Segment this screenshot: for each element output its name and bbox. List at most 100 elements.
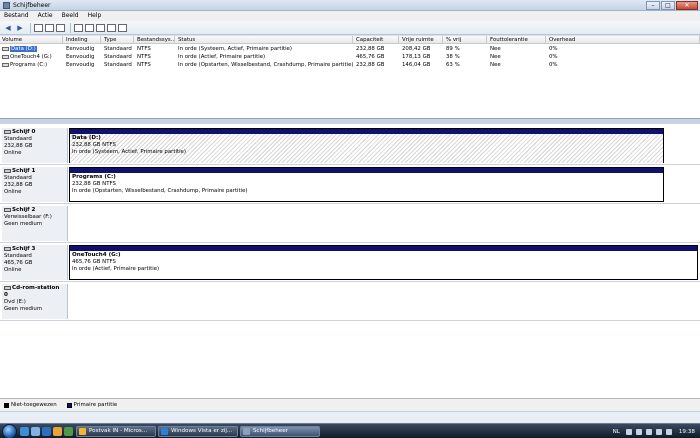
table-cell: Standaard xyxy=(104,62,132,68)
partition-body: Data (D:) 232,88 GB NTFS In orde (Systee… xyxy=(70,134,663,163)
table-row[interactable]: Programs (C:) Eenvoudig Standaard NTFS I… xyxy=(0,61,700,69)
start-button[interactable] xyxy=(2,424,17,438)
table-cell: 0% xyxy=(549,62,558,68)
column-header[interactable]: Type xyxy=(102,36,134,44)
volume-name: Data (D:) xyxy=(10,46,37,52)
hard-disk-icon xyxy=(4,129,11,134)
tray-app-icon[interactable] xyxy=(665,428,672,435)
column-header[interactable]: Overhead xyxy=(547,36,700,44)
network-icon[interactable] xyxy=(635,428,642,435)
back-arrow-icon[interactable]: ◀ xyxy=(3,23,13,33)
open-folder-icon[interactable] xyxy=(85,23,94,32)
disk-row-2: Schijf 2 Verwisselbaar (F:) Geen medium xyxy=(0,204,700,243)
column-header[interactable]: Capaciteit xyxy=(354,36,399,44)
partition-programs-c[interactable]: Programs (C:) 232,88 GB NTFS In orde (Op… xyxy=(69,167,664,202)
explore-icon[interactable] xyxy=(96,23,105,32)
disk-label: Schijf 3 xyxy=(4,246,65,253)
partition-size: 232,88 GB NTFS xyxy=(72,181,116,187)
properties-icon[interactable] xyxy=(74,23,83,32)
show-desktop-icon[interactable] xyxy=(20,427,29,436)
column-header[interactable]: Status xyxy=(176,36,353,44)
browser-icon xyxy=(161,428,168,435)
disk-row-0: Schijf 0 Standaard 232,88 GB Online Data… xyxy=(0,126,700,165)
disk-info[interactable]: Schijf 0 Standaard 232,88 GB Online xyxy=(2,128,68,163)
column-header[interactable]: Volume xyxy=(0,36,63,44)
table-cell: Eenvoudig xyxy=(66,62,95,68)
table-cell: Nee xyxy=(490,54,501,60)
console-tree-icon[interactable] xyxy=(34,23,43,32)
help-icon[interactable] xyxy=(45,23,54,32)
disk-type: Standaard xyxy=(4,175,32,181)
taskbar-button-label: Postvak IN - Micros... xyxy=(89,428,148,434)
taskbar-button-label: Schijfbeheer xyxy=(253,428,288,434)
refresh-icon[interactable] xyxy=(118,23,127,32)
cd-rom-icon xyxy=(4,285,11,290)
tray-arrow-icon[interactable] xyxy=(625,428,632,435)
taskbar-button-disk-management[interactable]: Schijfbeheer xyxy=(240,426,320,437)
table-cell: 465,76 GB xyxy=(356,54,385,60)
list-view-icon[interactable] xyxy=(56,23,65,32)
title-bar[interactable]: Schijfbeheer – □ ✕ xyxy=(0,0,700,11)
disk-state: Online xyxy=(4,267,22,273)
toolbar: ◀ ▶ xyxy=(0,21,700,35)
table-cell: NTFS xyxy=(137,62,151,68)
removable-disk-icon xyxy=(4,207,11,212)
column-header[interactable]: Indeling xyxy=(64,36,101,44)
security-icon[interactable] xyxy=(655,428,662,435)
menu-action[interactable]: Actie xyxy=(38,11,53,21)
partition-text: Data (D:) 232,88 GB NTFS In orde (Systee… xyxy=(70,134,663,157)
partition-onetouch4-g[interactable]: OneTouch4 (G:) 465,76 GB NTFS In orde (A… xyxy=(69,245,698,280)
internet-explorer-icon[interactable] xyxy=(42,427,51,436)
hard-disk-icon xyxy=(4,168,11,173)
partition-data-d[interactable]: Data (D:) 232,88 GB NTFS In orde (Systee… xyxy=(69,128,664,163)
minimize-button[interactable]: – xyxy=(646,1,660,10)
disk-name: Schijf 0 xyxy=(12,129,36,135)
toolbar-separator xyxy=(30,22,31,33)
disk-state: Geen medium xyxy=(4,221,43,227)
taskbar-button-label: Windows Vista er zij... xyxy=(171,428,233,434)
disk-info[interactable]: Cd-rom-station 0 Dvd (E:) Geen medium xyxy=(2,284,68,319)
language-indicator[interactable]: NL xyxy=(613,429,620,435)
quick-launch-icon[interactable] xyxy=(64,427,73,436)
taskbar-button-browser[interactable]: Windows Vista er zij... xyxy=(158,426,238,437)
volume-icon[interactable] xyxy=(645,428,652,435)
table-row[interactable]: OneTouch4 (G:) Eenvoudig Standaard NTFS … xyxy=(0,53,700,61)
table-cell: 0% xyxy=(549,54,558,60)
disk-info[interactable]: Schijf 3 Standaard 465,76 GB Online xyxy=(2,245,68,280)
disk-type: Standaard xyxy=(4,136,32,142)
volume-name: Programs (C:) xyxy=(10,62,48,68)
column-header[interactable]: Vrije ruimte xyxy=(400,36,443,44)
table-row[interactable]: Data (D:) Eenvoudig Standaard NTFS In or… xyxy=(0,45,700,53)
menu-help[interactable]: Help xyxy=(88,11,102,21)
close-button[interactable]: ✕ xyxy=(676,1,698,10)
switch-windows-icon[interactable] xyxy=(31,427,40,436)
drive-icon xyxy=(2,62,9,67)
disk-info[interactable]: Schijf 2 Verwisselbaar (F:) Geen medium xyxy=(2,206,68,241)
partition-text: OneTouch4 (G:) 465,76 GB NTFS In orde (A… xyxy=(70,251,697,274)
media-player-icon[interactable] xyxy=(53,427,62,436)
column-header[interactable]: Bestandssys... xyxy=(135,36,175,44)
volume-cell: Programs (C:) xyxy=(0,61,63,69)
forward-arrow-icon[interactable]: ▶ xyxy=(15,23,25,33)
table-cell: 232,88 GB xyxy=(356,46,385,52)
disk-info[interactable]: Schijf 1 Standaard 232,88 GB Online xyxy=(2,167,68,202)
legend-primary-partition: Primaire partitie xyxy=(73,402,118,408)
table-cell: 178,13 GB xyxy=(402,54,431,60)
hard-disk-icon xyxy=(4,246,11,251)
table-cell: Eenvoudig xyxy=(66,46,95,52)
taskbar-button-outlook[interactable]: Postvak IN - Micros... xyxy=(76,426,156,437)
clock[interactable]: 19:38 xyxy=(679,429,695,435)
partition-title: Data (D:) xyxy=(72,135,101,141)
delete-icon[interactable] xyxy=(107,23,116,32)
menu-file[interactable]: Bestand xyxy=(4,11,29,21)
disk-name: Schijf 3 xyxy=(12,246,36,252)
disk-size: 465,76 GB xyxy=(4,260,33,266)
volume-list: Volume Indeling Type Bestandssys... Stat… xyxy=(0,36,700,119)
disk-label: Cd-rom-station 0 xyxy=(4,285,65,299)
column-header[interactable]: % vrij xyxy=(444,36,487,44)
volume-cell: OneTouch4 (G:) xyxy=(0,53,63,61)
menu-view[interactable]: Beeld xyxy=(62,11,79,21)
maximize-button[interactable]: □ xyxy=(661,1,675,10)
disk-type: Dvd (E:) xyxy=(4,299,26,305)
column-header[interactable]: Fouttolerantie xyxy=(488,36,546,44)
